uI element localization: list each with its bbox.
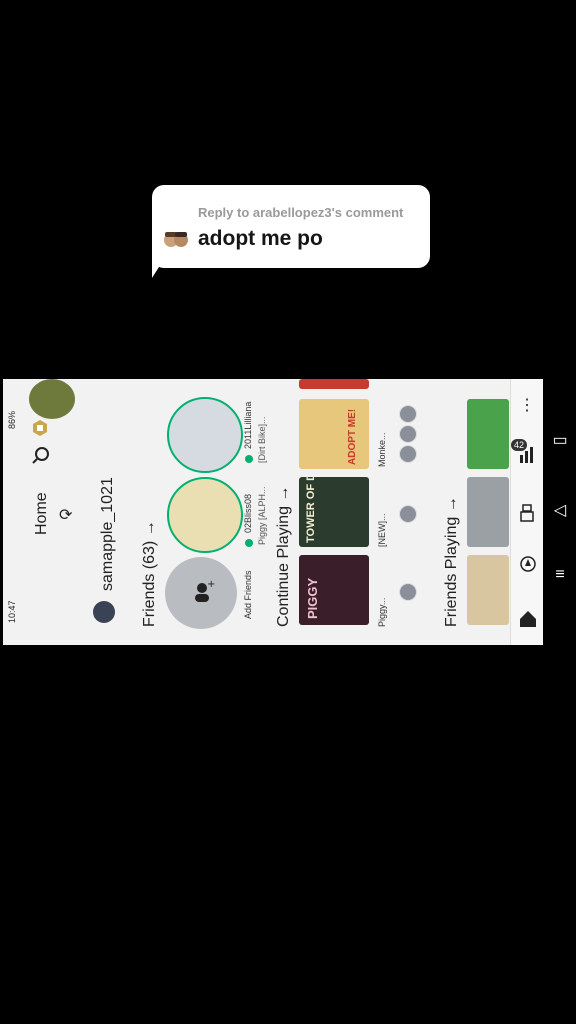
more-icon[interactable]: ⋮ [519,395,535,415]
friends-playing-tile[interactable] [467,477,509,547]
game-tile-partial[interactable] [299,379,369,389]
continue-playing-header[interactable]: Continue Playing → [275,486,293,627]
user-avatar[interactable] [93,601,115,623]
notification-badge: 42 [511,439,528,451]
home-button-icon[interactable]: ≡ [548,566,572,590]
game-art-text: PIGGY [305,577,320,619]
game-tile[interactable]: TOWER OF DREAD [299,477,369,547]
friend-avatar[interactable] [167,397,243,473]
reply-bubble: Reply to arabellopez3's comment adopt me… [152,185,430,268]
app-screenshot: 10:47 86% Home ⟳ samapple_1021 Friends (… [3,379,543,645]
game-art-text: ADOPT ME! [347,408,358,465]
bubble-tail [152,256,166,278]
friends-playing-header[interactable]: Friends Playing → [443,496,461,627]
status-time: 10:47 [7,600,17,623]
discover-icon[interactable] [519,555,537,573]
home-nav-icon[interactable] [518,609,538,629]
svg-text:+: + [207,579,215,590]
friend-name: 2011Lilliana [243,401,253,449]
friend-status: [Dirt Bike]... [257,416,267,463]
friend-avatar[interactable] [167,477,243,553]
page-title: Home [33,492,50,535]
recents-icon[interactable]: ▭ [548,430,572,454]
friend-name: 02Bliss08 [243,493,253,533]
online-indicator [245,455,253,463]
game-title: Monke... [377,432,387,467]
avatar-editor-icon[interactable] [517,503,537,523]
game-title: Piggy... [377,597,387,627]
friend-mini-avatar [399,505,417,523]
status-bar: 10:47 86% [3,379,25,645]
app-nav-bar: ⋮ 42 [510,379,543,645]
friends-header[interactable]: Friends (63) → [141,520,159,627]
add-friend-icon: + [195,579,215,602]
friend-mini-avatar [399,405,417,423]
add-friends-label: Add Friends [243,570,253,619]
status-battery: 86% [7,410,17,429]
friends-playing-tile[interactable] [467,555,509,625]
friend-mini-avatar [399,583,417,601]
reply-text: adopt me po [198,227,323,250]
friend-mini-avatar [399,445,417,463]
username: samapple_1021 [99,477,116,591]
back-icon[interactable]: ◁ [548,500,572,524]
refresh-icon[interactable]: ⟳ [59,505,72,525]
friend-status: Piggy [ALPH... [257,486,267,545]
game-title: [NEW]... [377,513,387,548]
game-tile[interactable]: PIGGY [299,555,369,625]
friends-playing-tile[interactable] [467,399,509,469]
commenter-avatar-icon [164,232,188,247]
game-art-text: TOWER OF DREAD [305,477,317,543]
search-icon[interactable] [31,445,51,465]
reply-header: Reply to arabellopez3's comment [198,205,404,220]
online-indicator [245,539,253,547]
game-tile[interactable]: ADOPT ME! [299,399,369,469]
friend-mini-avatar [399,425,417,443]
robux-icon[interactable] [31,419,49,437]
profile-avatar[interactable] [29,379,75,419]
